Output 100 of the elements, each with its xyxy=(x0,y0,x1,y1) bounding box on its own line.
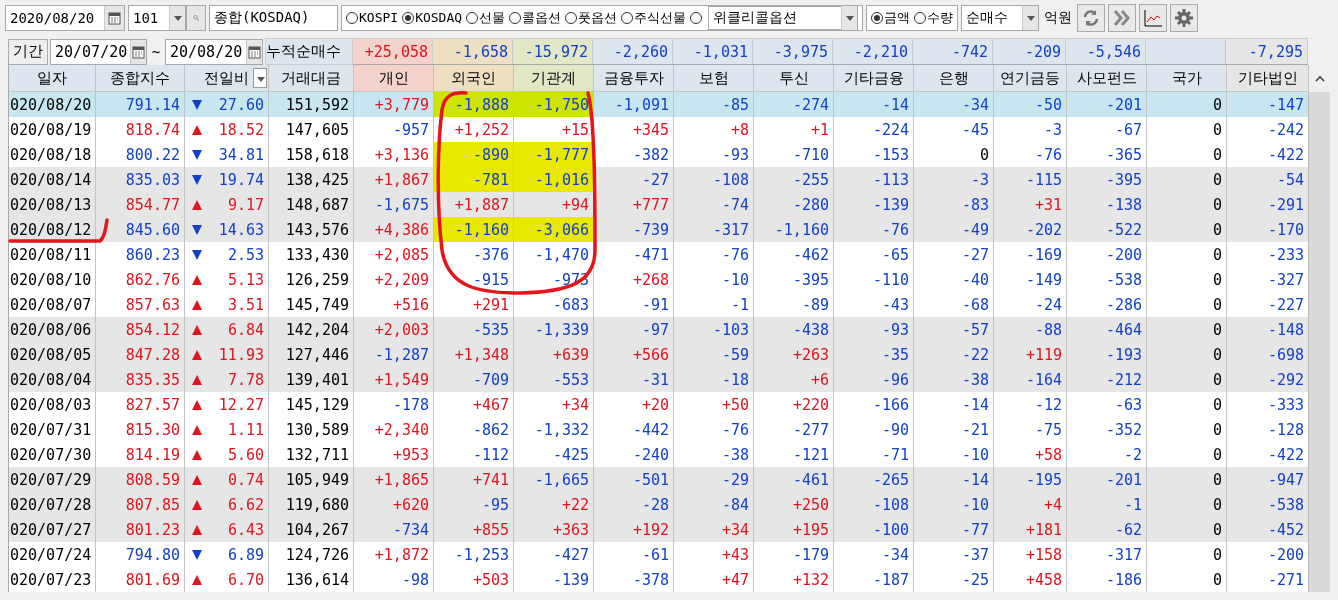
calendar-icon[interactable] xyxy=(131,43,146,60)
table-row[interactable]: 020/07/29 808.59 0.74 105,949 +1,865 +741 -1,665 -501 -29 -461 -265 -14 -195 -201 0 -947 xyxy=(9,467,1308,492)
table-cell: +47 xyxy=(674,567,754,592)
column-header[interactable]: 은행 xyxy=(914,65,994,92)
line-chart-icon xyxy=(1143,7,1164,28)
total-cell: -209 xyxy=(993,39,1066,64)
radio-button[interactable]: 수량 xyxy=(914,8,954,27)
date-field[interactable]: 2020/08/20 xyxy=(5,4,125,31)
table-cell: -890 xyxy=(434,142,514,167)
code-combo[interactable]: 101 xyxy=(128,4,186,31)
table-row[interactable]: 020/08/20 791.14 27.60 151,592 +3,779 -1,888 -1,750 -1,091 -85 -274 -14 -34 -50 -201 0 -147 xyxy=(9,92,1308,117)
radio-button[interactable]: KOSDAQ xyxy=(402,10,463,25)
table-cell-text: 11.93 xyxy=(218,344,265,366)
table-cell-text: 6.89 xyxy=(227,544,265,566)
column-header[interactable]: 연기금등 xyxy=(994,65,1067,92)
table-cell-text: 2.53 xyxy=(227,244,265,266)
column-header[interactable]: 일자 xyxy=(9,65,96,92)
calendar-icon[interactable] xyxy=(107,9,122,26)
column-header[interactable]: 전일비 xyxy=(185,65,269,92)
table-cell-text: 3.51 xyxy=(227,294,265,316)
table-cell: +132 xyxy=(754,567,834,592)
column-header[interactable]: 개인 xyxy=(354,65,434,92)
table-cell: -187 xyxy=(834,567,914,592)
table-cell: 136,614 xyxy=(269,567,354,592)
table-cell-text: 5.60 xyxy=(227,444,265,466)
table-row[interactable]: 020/08/06 854.12 6.84 142,204 +2,003 -535 -1,339 -97 -103 -438 -93 -57 -88 -464 0 -148 xyxy=(9,317,1308,342)
settings-button[interactable] xyxy=(1170,3,1199,32)
radio-button[interactable]: 풋옵션 xyxy=(565,8,618,27)
table-row[interactable]: 020/08/03 827.57 12.27 145,129 -178 +467 +34 +20 +50 +220 -166 -14 -12 -63 0 -333 xyxy=(9,392,1308,417)
table-cell-text: 18.52 xyxy=(218,119,265,141)
radio-button[interactable]: 선물 xyxy=(466,8,506,27)
table-cell-text: 6.70 xyxy=(227,569,265,591)
table-row[interactable]: 020/08/14 835.03 19.74 138,425 +1,867 -781 -1,016 -27 -108 -255 -113 -3 -115 -395 0 -54 xyxy=(9,167,1308,192)
chart-button[interactable] xyxy=(1139,3,1168,32)
name-field[interactable]: 종합(KOSDAQ) xyxy=(209,4,338,31)
table-row[interactable]: 020/07/24 794.80 6.89 124,726 +1,872 -1,253 -427 -61 +43 -179 -34 -37 +158 -317 0 -200 xyxy=(9,542,1308,567)
radio-button[interactable]: 금액 xyxy=(871,8,911,27)
total-cell: -742 xyxy=(913,39,993,64)
table-row[interactable]: 020/07/27 801.23 6.43 104,267 -734 +855 +363 +192 +34 +195 -100 -77 +181 -62 0 -452 xyxy=(9,517,1308,542)
total-cell: -2,260 xyxy=(593,39,673,64)
total-cell: -5,546 xyxy=(1066,39,1146,64)
table-cell: -25 xyxy=(914,567,994,592)
unit-label: 억원 xyxy=(1043,8,1074,27)
table-cell: -98 xyxy=(354,567,434,592)
column-header[interactable]: 종합지수 xyxy=(96,65,185,92)
range-separator: ~ xyxy=(150,43,162,60)
table-row[interactable]: 020/07/23 801.69 6.70 136,614 -98 +503 -139 -378 +47 +132 -187 -25 +458 -186 0 -271 xyxy=(9,567,1308,592)
table-cell-text: 6.84 xyxy=(227,319,265,341)
date-field[interactable]: 20/07/20 xyxy=(50,38,147,65)
table-cell: -139 xyxy=(514,567,594,592)
column-header[interactable]: 기타법인 xyxy=(1227,65,1309,92)
column-header[interactable]: 국가 xyxy=(1147,65,1227,92)
table-cell: -3,066 xyxy=(514,217,594,242)
column-header[interactable]: 금융투자 xyxy=(594,65,674,92)
scrollbar[interactable] xyxy=(1308,65,1330,592)
column-header[interactable]: 기관계 xyxy=(514,65,594,92)
table-cell: 801.69 xyxy=(96,567,185,592)
column-header[interactable]: 기타금융 xyxy=(834,65,914,92)
total-cell: -15,972 xyxy=(513,39,593,64)
table-row[interactable]: 020/07/31 815.30 1.11 130,589 +2,340 -862 -1,332 -442 -76 -277 -90 -21 -75 -352 0 -128 xyxy=(9,417,1308,442)
table-cell-text: 7.78 xyxy=(227,369,265,391)
table-row[interactable]: 020/08/12 845.60 14.63 143,576 +4,386 -1,160 -3,066 -739 -317 -1,160 -76 -49 -202 -522 0 -170 xyxy=(9,217,1308,242)
calendar-icon[interactable] xyxy=(247,43,262,60)
radio-button[interactable]: 콜옵션 xyxy=(509,8,562,27)
table-row[interactable]: 020/08/18 800.22 34.81 158,618 +3,136 -890 -1,777 -382 -93 -710 -153 0 -76 -365 0 -422 xyxy=(9,142,1308,167)
column-header[interactable]: 거래대금 xyxy=(269,65,354,92)
table-row[interactable]: 020/08/19 818.74 18.52 147,605 -957 +1,252 +15 +345 +8 +1 -224 -45 -3 -67 0 -242 xyxy=(9,117,1308,142)
forward-button[interactable] xyxy=(1108,3,1137,32)
table-row[interactable]: 020/07/30 814.19 5.60 132,711 +953 -112 -425 -240 -38 -121 -71 -10 +58 -2 0 -422 xyxy=(9,442,1308,467)
table-row[interactable]: 020/08/04 835.35 7.78 139,401 +1,549 -709 -553 -31 -18 +6 -96 -38 -164 -212 0 -292 xyxy=(9,367,1308,392)
table-cell: -378 xyxy=(594,567,674,592)
column-header[interactable]: 투신 xyxy=(754,65,834,92)
table-cell-text: 6.43 xyxy=(227,519,265,541)
column-header[interactable]: 사모펀드 xyxy=(1067,65,1147,92)
mode-combo[interactable]: 순매수 xyxy=(961,4,1040,31)
column-header[interactable]: 외국인 xyxy=(434,65,514,92)
radio-button[interactable]: 주식선물 xyxy=(621,8,687,27)
table-row[interactable]: 020/08/07 857.63 3.51 145,749 +516 +291 -683 -91 -1 -89 -43 -68 -24 -286 0 -227 xyxy=(9,292,1308,317)
table-cell: -1,016 xyxy=(514,167,594,192)
total-cell: -1,658 xyxy=(433,39,513,64)
refresh-button[interactable] xyxy=(1077,3,1106,32)
radio-button[interactable]: KOSPI xyxy=(346,10,399,25)
sort-dropdown[interactable] xyxy=(253,68,267,88)
table-row[interactable]: 020/08/11 860.23 2.53 133,430 +2,085 -376 -1,470 -471 -76 -462 -65 -27 -169 -200 0 -233 xyxy=(9,242,1308,267)
table-cell-text: 0.74 xyxy=(227,469,265,491)
table-row[interactable]: 020/08/13 854.77 9.17 148,687 -1,675 +1,887 +94 +777 -74 -280 -139 -83 +31 -138 0 -291 xyxy=(9,192,1308,217)
table-cell-text: 19.74 xyxy=(218,169,265,191)
table-cell-text: 9.17 xyxy=(227,194,265,216)
date-field[interactable]: 20/08/20 xyxy=(165,38,263,65)
total-cell: -1,031 xyxy=(673,39,753,64)
table-row[interactable]: 020/07/28 807.85 6.62 119,680 +620 -95 +22 -28 -84 +250 -108 -10 +4 -1 0 -538 xyxy=(9,492,1308,517)
table-cell: -1,750 xyxy=(514,92,594,117)
option-combo[interactable]: 위클리콜옵션 xyxy=(708,5,859,30)
period-button[interactable]: 기간 xyxy=(8,38,48,65)
table-row[interactable]: 020/08/05 847.28 11.93 127,446 -1,287 +1,348 +639 +566 -59 +263 -35 -22 +119 -193 0 -698 xyxy=(9,342,1308,367)
table-cell: 020/08/12 xyxy=(9,217,96,242)
table-cell-text: 1.11 xyxy=(227,419,265,441)
table-cell-text: 14.63 xyxy=(218,219,265,241)
total-cell: -3,975 xyxy=(753,39,833,64)
column-header[interactable]: 보험 xyxy=(674,65,754,92)
